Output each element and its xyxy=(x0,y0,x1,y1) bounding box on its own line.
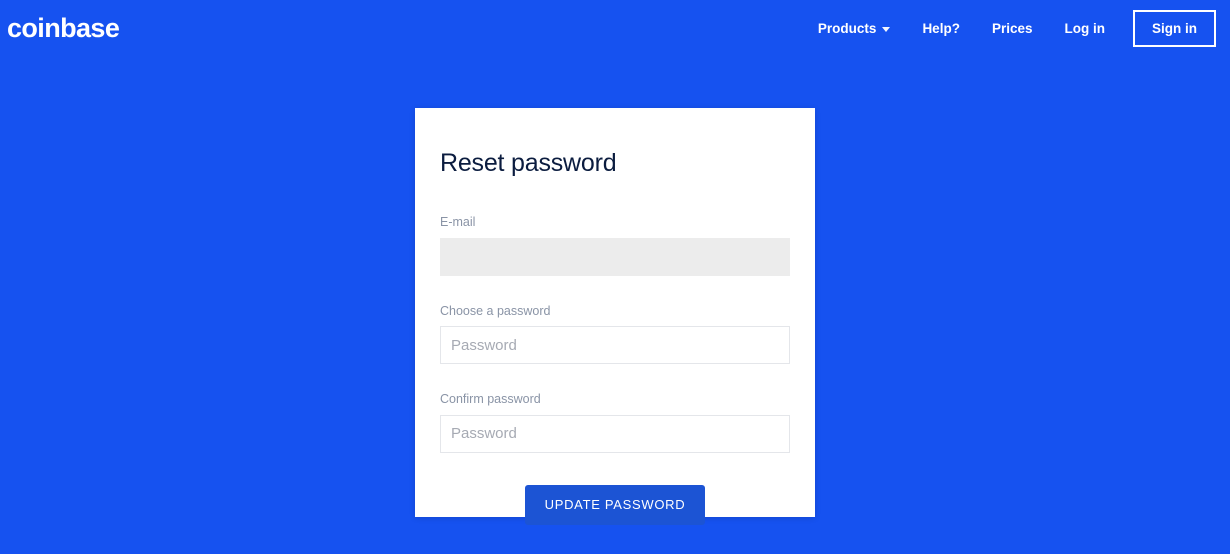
site-header: coinbase Products Help? Prices Log in Si… xyxy=(0,0,1230,57)
sign-in-button[interactable]: Sign in xyxy=(1133,9,1216,48)
nav-item-prices[interactable]: Prices xyxy=(976,22,1049,36)
nav-item-products[interactable]: Products xyxy=(802,22,907,36)
page-title: Reset password xyxy=(440,149,617,177)
coinbase-logo[interactable]: coinbase xyxy=(7,15,120,42)
nav-item-login[interactable]: Log in xyxy=(1049,22,1122,36)
chevron-down-icon xyxy=(882,27,891,32)
main-navigation: Products Help? Prices Log in Sign in xyxy=(802,9,1216,48)
reset-password-card: Reset password E-mail Choose a password … xyxy=(415,108,815,525)
submit-row: UPDATE PASSWORD xyxy=(440,484,790,525)
nav-item-login-label: Log in xyxy=(1064,20,1106,36)
email-field-group: E-mail xyxy=(440,216,790,276)
choose-password-input[interactable] xyxy=(440,326,790,364)
confirm-password-field-label: Confirm password xyxy=(440,392,541,406)
choose-password-field-label: Choose a password xyxy=(440,303,551,318)
nav-item-prices-label: Prices xyxy=(991,20,1033,36)
update-password-button[interactable]: UPDATE PASSWORD xyxy=(524,484,706,525)
nav-item-help[interactable]: Help? xyxy=(906,22,976,36)
confirm-password-input[interactable] xyxy=(440,414,790,453)
choose-password-field-group: Choose a password xyxy=(440,303,790,364)
confirm-password-field-group: Confirm password xyxy=(440,393,790,453)
nav-item-help-label: Help? xyxy=(922,20,960,36)
email-field-label: E-mail xyxy=(440,215,476,229)
email-input xyxy=(440,237,790,276)
nav-item-products-label: Products xyxy=(817,20,877,36)
